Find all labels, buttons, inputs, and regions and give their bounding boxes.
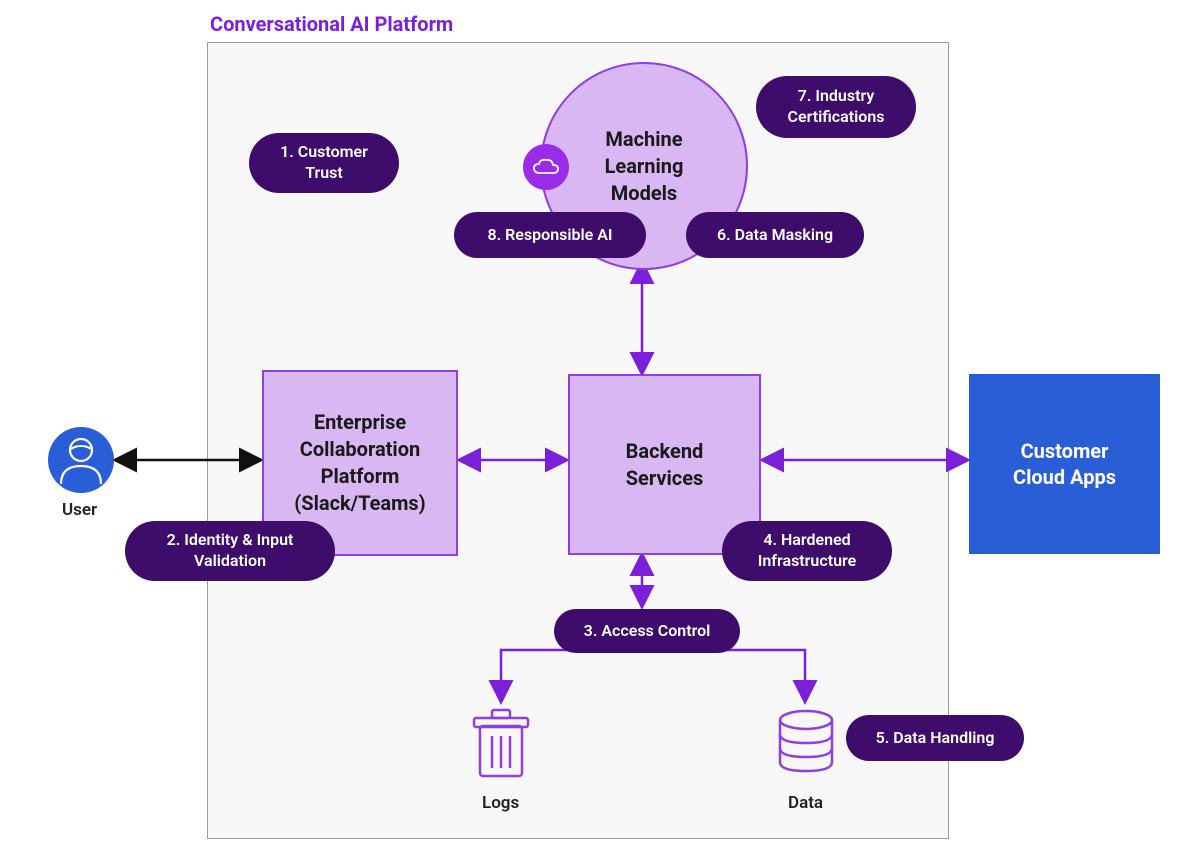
customer-cloud-apps-label: Customer Cloud Apps — [1013, 438, 1116, 490]
pill-responsible-ai: 8. Responsible AI — [454, 212, 646, 258]
pill-data-handling: 5. Data Handling — [846, 715, 1024, 761]
cloud-icon-badge — [523, 144, 569, 190]
user-label: User — [62, 500, 97, 520]
pill-hardened-infra-label: 4. Hardened Infrastructure — [758, 530, 856, 572]
platform-title: Conversational AI Platform — [210, 12, 453, 36]
pill-access-control: 3. Access Control — [554, 609, 740, 653]
pill-data-handling-label: 5. Data Handling — [876, 728, 995, 749]
customer-cloud-apps-node: Customer Cloud Apps — [969, 374, 1160, 554]
enterprise-platform-label: Enterprise Collaboration Platform (Slack… — [294, 409, 425, 517]
data-label: Data — [788, 793, 823, 813]
pill-access-control-label: 3. Access Control — [584, 621, 711, 642]
diagram-canvas: Conversational AI Platform — [0, 0, 1187, 852]
logs-label: Logs — [482, 793, 519, 813]
pill-customer-trust: 1. Customer Trust — [249, 133, 399, 193]
ml-models-label: Machine Learning Models — [605, 126, 684, 207]
backend-services-label: Backend Services — [626, 438, 704, 492]
pill-industry-cert-label: 7. Industry Certifications — [788, 86, 885, 128]
pill-responsible-ai-label: 8. Responsible AI — [487, 225, 612, 246]
pill-industry-cert: 7. Industry Certifications — [756, 76, 916, 138]
pill-identity-validation-label: 2. Identity & Input Validation — [167, 530, 294, 572]
pill-data-masking-label: 6. Data Masking — [717, 225, 833, 246]
data-icon — [774, 708, 838, 778]
pill-customer-trust-label: 1. Customer Trust — [280, 142, 368, 184]
pill-hardened-infra: 4. Hardened Infrastructure — [722, 521, 892, 581]
cloud-icon — [532, 158, 560, 176]
pill-identity-validation: 2. Identity & Input Validation — [125, 521, 335, 581]
logs-icon — [466, 704, 536, 784]
pill-data-masking: 6. Data Masking — [686, 212, 864, 258]
user-icon — [47, 426, 115, 494]
